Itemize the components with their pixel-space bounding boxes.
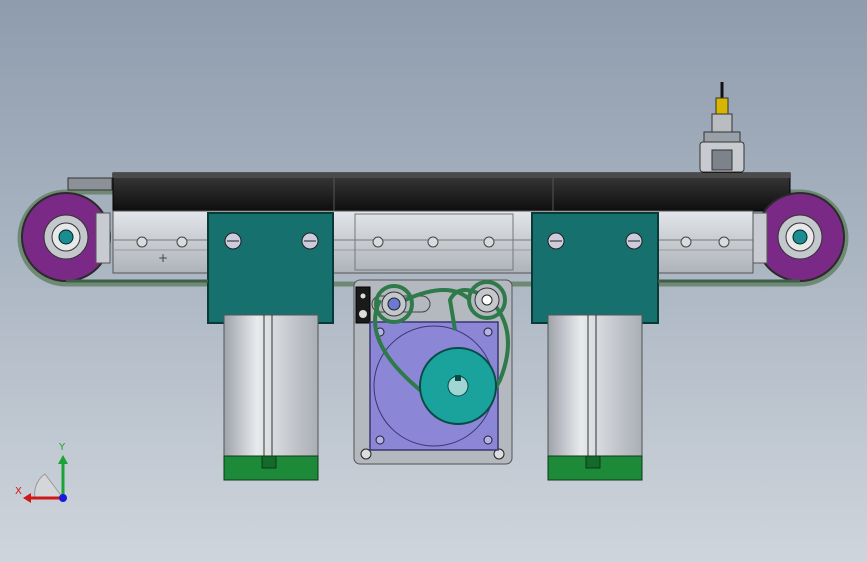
cad-model-view[interactable]: +: [0, 0, 867, 562]
coordinate-triad: [23, 455, 68, 503]
triad-y-label: Y: [59, 442, 66, 453]
right-cylinder: [547, 314, 643, 481]
left-cylinder: [223, 314, 319, 481]
triad-x-label: X: [15, 486, 22, 497]
top-belt: [67, 172, 791, 212]
cad-viewport[interactable]: + Y X: [0, 0, 867, 562]
y-axis-arrow: [58, 455, 68, 464]
proximity-sensor: [699, 82, 745, 173]
right-mount-bracket: [531, 212, 659, 324]
left-mount-bracket: [207, 212, 334, 324]
drive-pulley: [419, 347, 497, 425]
x-axis-arrow: [23, 493, 31, 503]
svg-text:+: +: [158, 251, 168, 265]
left-end-pulley: [21, 192, 111, 282]
z-axis-dot: [59, 494, 67, 502]
